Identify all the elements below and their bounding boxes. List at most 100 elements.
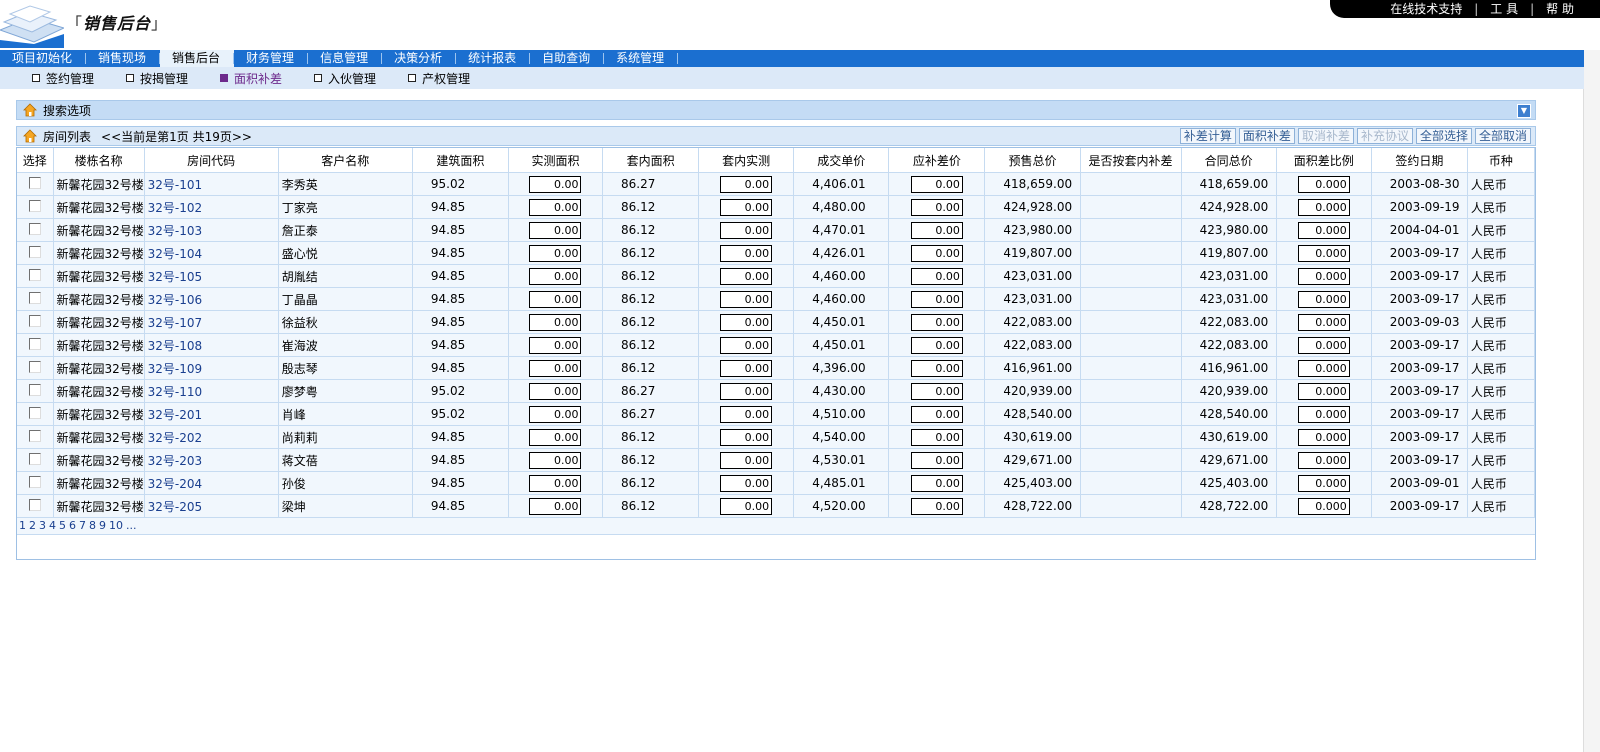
page-link[interactable]: 3 xyxy=(39,519,46,532)
nav-finance[interactable]: 财务管理 xyxy=(234,50,309,67)
area-ratio-input[interactable]: 0.000 xyxy=(1297,359,1350,377)
select-all-button[interactable]: 全部选择 xyxy=(1415,128,1472,144)
area-ratio-input[interactable]: 0.000 xyxy=(1297,382,1350,400)
diff-price-input[interactable]: 0.00 xyxy=(910,382,963,400)
diff-price-input[interactable]: 0.00 xyxy=(910,428,963,446)
nav-project-init[interactable]: 项目初始化 xyxy=(0,50,87,67)
measured-area-input[interactable]: 0.00 xyxy=(529,313,582,331)
area-ratio-input[interactable]: 0.000 xyxy=(1297,474,1350,492)
diff-price-input[interactable]: 0.00 xyxy=(910,221,963,239)
tools-link[interactable]: 工 具 xyxy=(1490,0,1518,18)
row-checkbox[interactable] xyxy=(28,268,41,281)
area-ratio-input[interactable]: 0.000 xyxy=(1297,336,1350,354)
page-link[interactable]: 6 xyxy=(69,519,76,532)
measured-area-input[interactable]: 0.00 xyxy=(529,405,582,423)
measured-area-input[interactable]: 0.00 xyxy=(529,359,582,377)
inner-measured-input[interactable]: 0.00 xyxy=(720,497,773,515)
diff-price-input[interactable]: 0.00 xyxy=(910,451,963,469)
nav-sales-backend[interactable]: 销售后台 xyxy=(160,50,235,67)
measured-area-input[interactable]: 0.00 xyxy=(529,290,582,308)
nav-sales-site[interactable]: 销售现场 xyxy=(86,50,161,67)
inner-measured-input[interactable]: 0.00 xyxy=(720,267,773,285)
row-checkbox[interactable] xyxy=(28,406,41,419)
cell-room-code[interactable]: 32号-106 xyxy=(144,287,279,311)
diff-price-input[interactable]: 0.00 xyxy=(910,313,963,331)
diff-price-input[interactable]: 0.00 xyxy=(910,244,963,262)
area-ratio-input[interactable]: 0.000 xyxy=(1297,428,1350,446)
diff-price-input[interactable]: 0.00 xyxy=(910,267,963,285)
diff-price-input[interactable]: 0.00 xyxy=(910,359,963,377)
cell-room-code[interactable]: 32号-108 xyxy=(144,333,279,357)
row-checkbox[interactable] xyxy=(28,383,41,396)
inner-measured-input[interactable]: 0.00 xyxy=(720,244,773,262)
nav-info[interactable]: 信息管理 xyxy=(308,50,383,67)
page-link[interactable]: 1 xyxy=(19,519,26,532)
search-panel-header[interactable]: 搜索选项 ▼ xyxy=(16,100,1536,120)
inner-measured-input[interactable]: 0.00 xyxy=(720,290,773,308)
nav-reports[interactable]: 统计报表 xyxy=(456,50,531,67)
row-checkbox[interactable] xyxy=(28,498,41,511)
row-checkbox[interactable] xyxy=(28,429,41,442)
page-link[interactable]: 8 xyxy=(89,519,96,532)
cell-room-code[interactable]: 32号-107 xyxy=(144,310,279,334)
subnav-property[interactable]: 产权管理 xyxy=(408,70,470,87)
cell-room-code[interactable]: 32号-203 xyxy=(144,448,279,472)
cell-room-code[interactable]: 32号-101 xyxy=(144,172,279,196)
diff-price-input[interactable]: 0.00 xyxy=(910,336,963,354)
measured-area-input[interactable]: 0.00 xyxy=(529,175,582,193)
area-ratio-input[interactable]: 0.000 xyxy=(1297,267,1350,285)
measured-area-input[interactable]: 0.00 xyxy=(529,428,582,446)
measured-area-input[interactable]: 0.00 xyxy=(529,451,582,469)
page-link[interactable]: 10 xyxy=(109,519,123,532)
inner-measured-input[interactable]: 0.00 xyxy=(720,405,773,423)
row-checkbox[interactable] xyxy=(28,176,41,189)
page-link[interactable]: ... xyxy=(126,519,137,532)
subnav-move-in[interactable]: 入伙管理 xyxy=(314,70,376,87)
cell-room-code[interactable]: 32号-202 xyxy=(144,425,279,449)
calc-diff-button[interactable]: 补差计算 xyxy=(1179,128,1236,144)
inner-measured-input[interactable]: 0.00 xyxy=(720,451,773,469)
cell-room-code[interactable]: 32号-205 xyxy=(144,494,279,518)
area-ratio-input[interactable]: 0.000 xyxy=(1297,405,1350,423)
area-ratio-input[interactable]: 0.000 xyxy=(1297,244,1350,262)
measured-area-input[interactable]: 0.00 xyxy=(529,221,582,239)
row-checkbox[interactable] xyxy=(28,291,41,304)
expand-icon[interactable]: ▼ xyxy=(1517,104,1531,118)
supplement-agreement-button[interactable]: 补充协议 xyxy=(1356,128,1413,144)
subnav-mortgage[interactable]: 按揭管理 xyxy=(126,70,188,87)
row-checkbox[interactable] xyxy=(28,199,41,212)
area-ratio-input[interactable]: 0.000 xyxy=(1297,497,1350,515)
inner-measured-input[interactable]: 0.00 xyxy=(720,428,773,446)
diff-price-input[interactable]: 0.00 xyxy=(910,497,963,515)
nav-system[interactable]: 系统管理 xyxy=(604,50,679,67)
page-link[interactable]: 7 xyxy=(79,519,86,532)
row-checkbox[interactable] xyxy=(28,452,41,465)
measured-area-input[interactable]: 0.00 xyxy=(529,474,582,492)
measured-area-input[interactable]: 0.00 xyxy=(529,336,582,354)
area-ratio-input[interactable]: 0.000 xyxy=(1297,290,1350,308)
cell-room-code[interactable]: 32号-102 xyxy=(144,195,279,219)
cancel-adjust-button[interactable]: 取消补差 xyxy=(1297,128,1354,144)
inner-measured-input[interactable]: 0.00 xyxy=(720,382,773,400)
online-support-link[interactable]: 在线技术支持 xyxy=(1390,0,1462,18)
measured-area-input[interactable]: 0.00 xyxy=(529,497,582,515)
inner-measured-input[interactable]: 0.00 xyxy=(720,313,773,331)
page-link[interactable]: 5 xyxy=(59,519,66,532)
inner-measured-input[interactable]: 0.00 xyxy=(720,474,773,492)
measured-area-input[interactable]: 0.00 xyxy=(529,244,582,262)
page-link[interactable]: 9 xyxy=(99,519,106,532)
row-checkbox[interactable] xyxy=(28,475,41,488)
diff-price-input[interactable]: 0.00 xyxy=(910,198,963,216)
cell-room-code[interactable]: 32号-109 xyxy=(144,356,279,380)
nav-self-query[interactable]: 自助查询 xyxy=(530,50,605,67)
area-ratio-input[interactable]: 0.000 xyxy=(1297,175,1350,193)
cell-room-code[interactable]: 32号-103 xyxy=(144,218,279,242)
nav-decision[interactable]: 决策分析 xyxy=(382,50,457,67)
inner-measured-input[interactable]: 0.00 xyxy=(720,198,773,216)
measured-area-input[interactable]: 0.00 xyxy=(529,267,582,285)
area-ratio-input[interactable]: 0.000 xyxy=(1297,198,1350,216)
area-adjust-button[interactable]: 面积补差 xyxy=(1238,128,1295,144)
page-scrollbar[interactable] xyxy=(1583,50,1600,752)
inner-measured-input[interactable]: 0.00 xyxy=(720,336,773,354)
subnav-area-adjust[interactable]: 面积补差 xyxy=(220,70,282,87)
